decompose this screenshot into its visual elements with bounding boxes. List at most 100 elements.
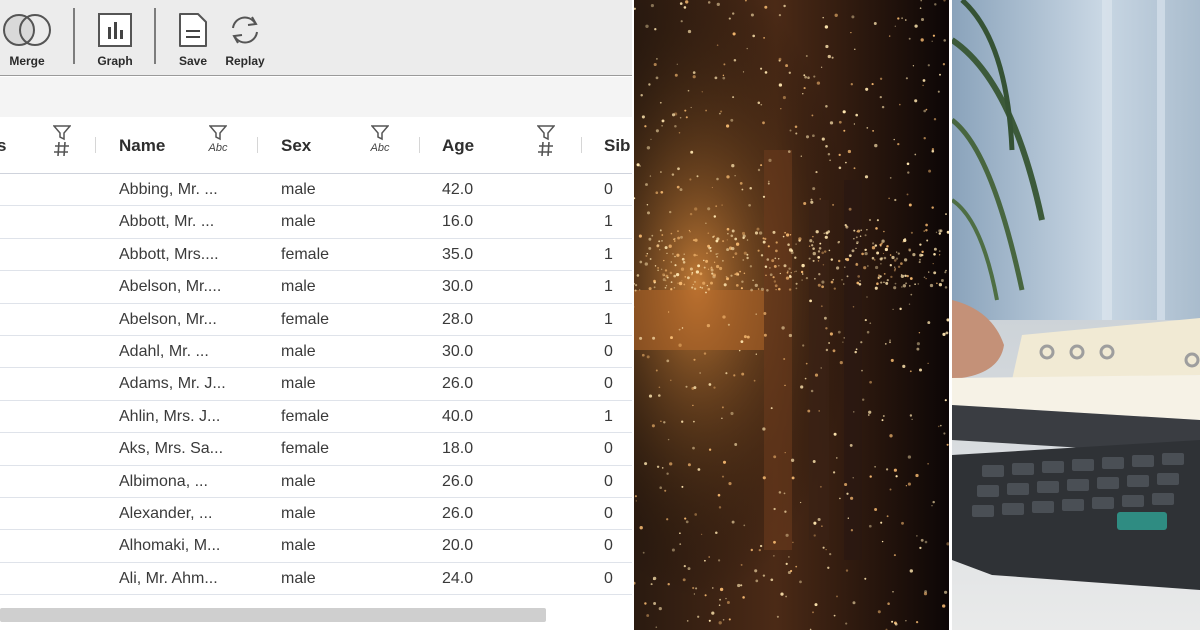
filter-icon[interactable] — [537, 125, 555, 141]
cell-name[interactable]: Aks, Mrs. Sa... — [119, 440, 223, 458]
save-button[interactable]: Save — [171, 8, 215, 72]
cell-sex[interactable]: male — [281, 537, 316, 555]
graph-icon — [97, 8, 133, 52]
table-row[interactable]: Albimona, ... male 26.0 0 — [0, 465, 632, 498]
toolbar-separator — [154, 8, 156, 64]
replay-button[interactable]: Replay — [220, 8, 270, 72]
column-header[interactable]: s — [0, 117, 96, 173]
cell-name[interactable]: Alexander, ... — [119, 505, 212, 523]
cell-age[interactable]: 35.0 — [442, 246, 473, 264]
hash-icon — [538, 141, 553, 157]
cell-name[interactable]: Adams, Mr. J... — [119, 375, 226, 393]
cell-sib[interactable]: 1 — [604, 408, 613, 426]
cell-sex[interactable]: male — [281, 278, 316, 296]
save-icon — [176, 8, 210, 52]
replay-label: Replay — [225, 54, 265, 68]
cell-sex[interactable]: male — [281, 473, 316, 491]
text-type-label: Abc — [370, 142, 390, 154]
cell-sib[interactable]: 0 — [604, 537, 613, 555]
cell-sex[interactable]: male — [281, 181, 316, 199]
cell-name[interactable]: Abbott, Mrs.... — [119, 246, 219, 264]
save-label: Save — [178, 54, 208, 68]
cell-sib[interactable]: 0 — [604, 570, 613, 588]
hash-icon — [54, 141, 69, 157]
cell-sex[interactable]: female — [281, 440, 329, 458]
text-type-label: Abc — [208, 142, 228, 154]
cell-name[interactable]: Abbott, Mr. ... — [119, 213, 214, 231]
filter-icon[interactable] — [53, 125, 71, 141]
cell-name[interactable]: Ali, Mr. Ahm... — [119, 570, 218, 588]
merge-button[interactable]: Merge — [0, 8, 54, 72]
cell-age[interactable]: 26.0 — [442, 473, 473, 491]
cell-sex[interactable]: male — [281, 505, 316, 523]
cell-name[interactable]: Alhomaki, M... — [119, 537, 220, 555]
filter-icon[interactable] — [209, 125, 227, 141]
table-row[interactable]: Abelson, Mr.... male 30.0 1 — [0, 271, 632, 304]
column-title: s — [0, 136, 7, 155]
table-row[interactable]: Abelson, Mr... female 28.0 1 — [0, 303, 632, 336]
cell-name[interactable]: Abelson, Mr... — [119, 311, 217, 329]
cell-sib[interactable]: 1 — [604, 311, 613, 329]
cell-age[interactable]: 30.0 — [442, 278, 473, 296]
horizontal-scrollbar[interactable] — [0, 608, 546, 622]
cell-name[interactable]: Abbing, Mr. ... — [119, 181, 218, 199]
cell-sex[interactable]: male — [281, 343, 316, 361]
replay-icon — [226, 8, 264, 52]
cell-name[interactable]: Adahl, Mr. ... — [119, 343, 209, 361]
cell-sib[interactable]: 0 — [604, 181, 613, 199]
cell-name[interactable]: Ahlin, Mrs. J... — [119, 408, 220, 426]
column-header-sex[interactable]: Sex Abc — [258, 117, 419, 173]
cell-sex[interactable]: male — [281, 570, 316, 588]
table-row[interactable]: Abbott, Mrs.... female 35.0 1 — [0, 238, 632, 272]
cell-age[interactable]: 30.0 — [442, 343, 473, 361]
cell-sib[interactable]: 0 — [604, 473, 613, 491]
cell-age[interactable]: 16.0 — [442, 213, 473, 231]
cell-name[interactable]: Abelson, Mr.... — [119, 278, 221, 296]
table-row[interactable]: Aks, Mrs. Sa... female 18.0 0 — [0, 433, 632, 466]
cell-age[interactable]: 26.0 — [442, 505, 473, 523]
table-row[interactable]: Ali, Mr. Ahm... male 24.0 0 — [0, 562, 632, 596]
cell-age[interactable]: 20.0 — [442, 537, 473, 555]
toolbar-separator — [73, 8, 75, 64]
table-row[interactable]: Adahl, Mr. ... male 30.0 0 — [0, 335, 632, 369]
column-header-sib[interactable]: Sib — [582, 117, 632, 173]
cell-age[interactable]: 42.0 — [442, 181, 473, 199]
cell-sex[interactable]: male — [281, 213, 316, 231]
cell-age[interactable]: 18.0 — [442, 440, 473, 458]
cell-age[interactable]: 28.0 — [442, 311, 473, 329]
graph-button[interactable]: Graph — [90, 8, 140, 72]
table-body: Abbing, Mr. ... male 42.0 0 Abbott, Mr. ... m… — [0, 174, 632, 596]
table-row[interactable]: Adams, Mr. J... male 26.0 0 — [0, 368, 632, 401]
graph-label: Graph — [97, 54, 133, 68]
column-header-age[interactable]: Age — [420, 117, 581, 173]
cell-sib[interactable]: 0 — [604, 375, 613, 393]
column-header-name[interactable]: Name Abc — [96, 117, 257, 173]
cell-age[interactable]: 24.0 — [442, 570, 473, 588]
table-row[interactable]: Alhomaki, M... male 20.0 0 — [0, 530, 632, 563]
column-type — [50, 125, 74, 165]
cell-sex[interactable]: female — [281, 246, 329, 264]
cell-name[interactable]: Albimona, ... — [119, 473, 208, 491]
cell-sib[interactable]: 0 — [604, 343, 613, 361]
cell-age[interactable]: 26.0 — [442, 375, 473, 393]
cell-sex[interactable]: male — [281, 375, 316, 393]
column-title: Sex — [281, 136, 312, 155]
desk-calculator-photo — [952, 0, 1200, 630]
data-app-panel: Merge Graph Save Replay s Name Abc Sex A… — [0, 0, 632, 630]
cell-age[interactable]: 40.0 — [442, 408, 473, 426]
cell-sib[interactable]: 1 — [604, 246, 613, 264]
table-row[interactable]: Alexander, ... male 26.0 0 — [0, 497, 632, 531]
cell-sib[interactable]: 1 — [604, 213, 613, 231]
cell-sex[interactable]: female — [281, 311, 329, 329]
table-row[interactable]: Abbing, Mr. ... male 42.0 0 — [0, 174, 632, 207]
merge-icon — [0, 8, 54, 52]
light-tunnel-photo — [634, 0, 949, 630]
column-title: Sib — [604, 136, 631, 155]
table-row[interactable]: Ahlin, Mrs. J... female 40.0 1 — [0, 400, 632, 434]
cell-sex[interactable]: female — [281, 408, 329, 426]
cell-sib[interactable]: 1 — [604, 278, 613, 296]
table-row[interactable]: Abbott, Mr. ... male 16.0 1 — [0, 206, 632, 239]
filter-icon[interactable] — [371, 125, 389, 141]
cell-sib[interactable]: 0 — [604, 440, 613, 458]
cell-sib[interactable]: 0 — [604, 505, 613, 523]
